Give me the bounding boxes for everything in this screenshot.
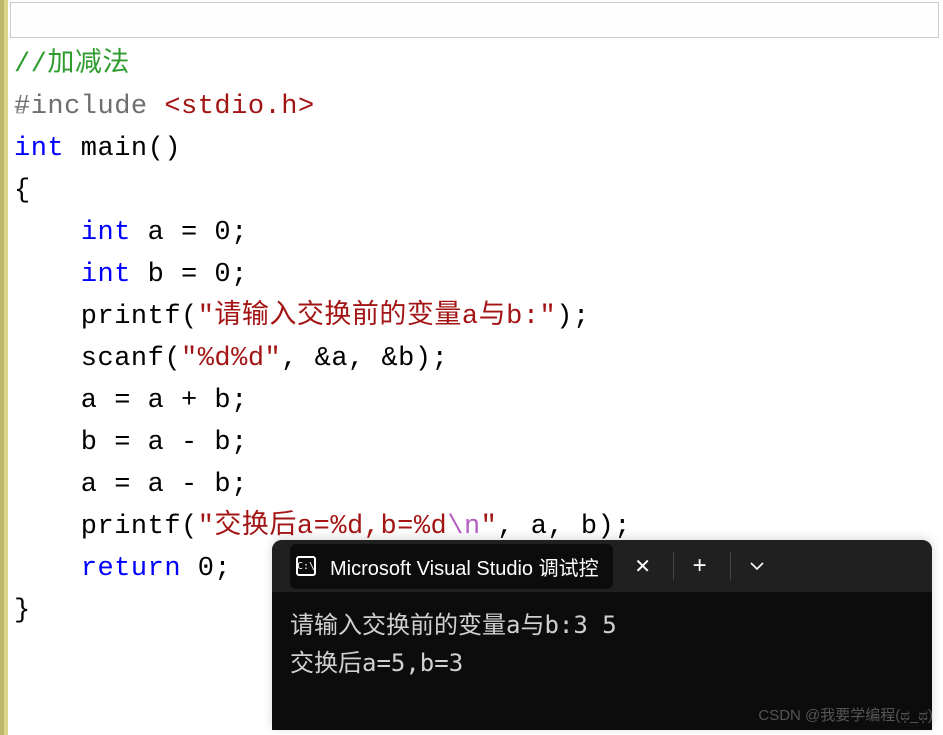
scanf: scanf("%d%d", &a, &b);	[14, 344, 448, 374]
printf-2: printf("交换后a=%d,b=%d\n", a, b);	[14, 512, 631, 542]
stmt-3: a = a - b;	[14, 470, 248, 500]
fold-toggle-icon[interactable]: ⊟	[16, 90, 25, 132]
printf-1: printf("请输入交换前的变量a与b:");	[14, 302, 590, 332]
terminal-line-2: 交换后a=5,b=3	[290, 649, 463, 677]
preproc-include: #include	[14, 92, 164, 122]
stmt-1: a = a + b;	[14, 386, 248, 416]
brace-open: {	[14, 176, 31, 206]
change-gutter-2	[4, 0, 8, 735]
return: return 0;	[14, 554, 231, 584]
decl-a: int a = 0;	[14, 218, 248, 248]
code-editor: ⊟ //加减法 #include <stdio.h> int main() { i…	[0, 0, 943, 735]
main-signature: main()	[64, 134, 181, 164]
code-comment: //加减法	[14, 50, 130, 80]
brace-close: }	[14, 596, 31, 626]
watermark-text: CSDN @我要学编程(ಥ_ಥ)	[758, 704, 933, 725]
stmt-2: b = a - b;	[14, 428, 248, 458]
kw-int: int	[14, 134, 64, 164]
decl-b: int b = 0;	[14, 260, 248, 290]
include-header: <stdio.h>	[164, 92, 314, 122]
code-content[interactable]: ⊟ //加减法 #include <stdio.h> int main() { i…	[14, 2, 943, 632]
